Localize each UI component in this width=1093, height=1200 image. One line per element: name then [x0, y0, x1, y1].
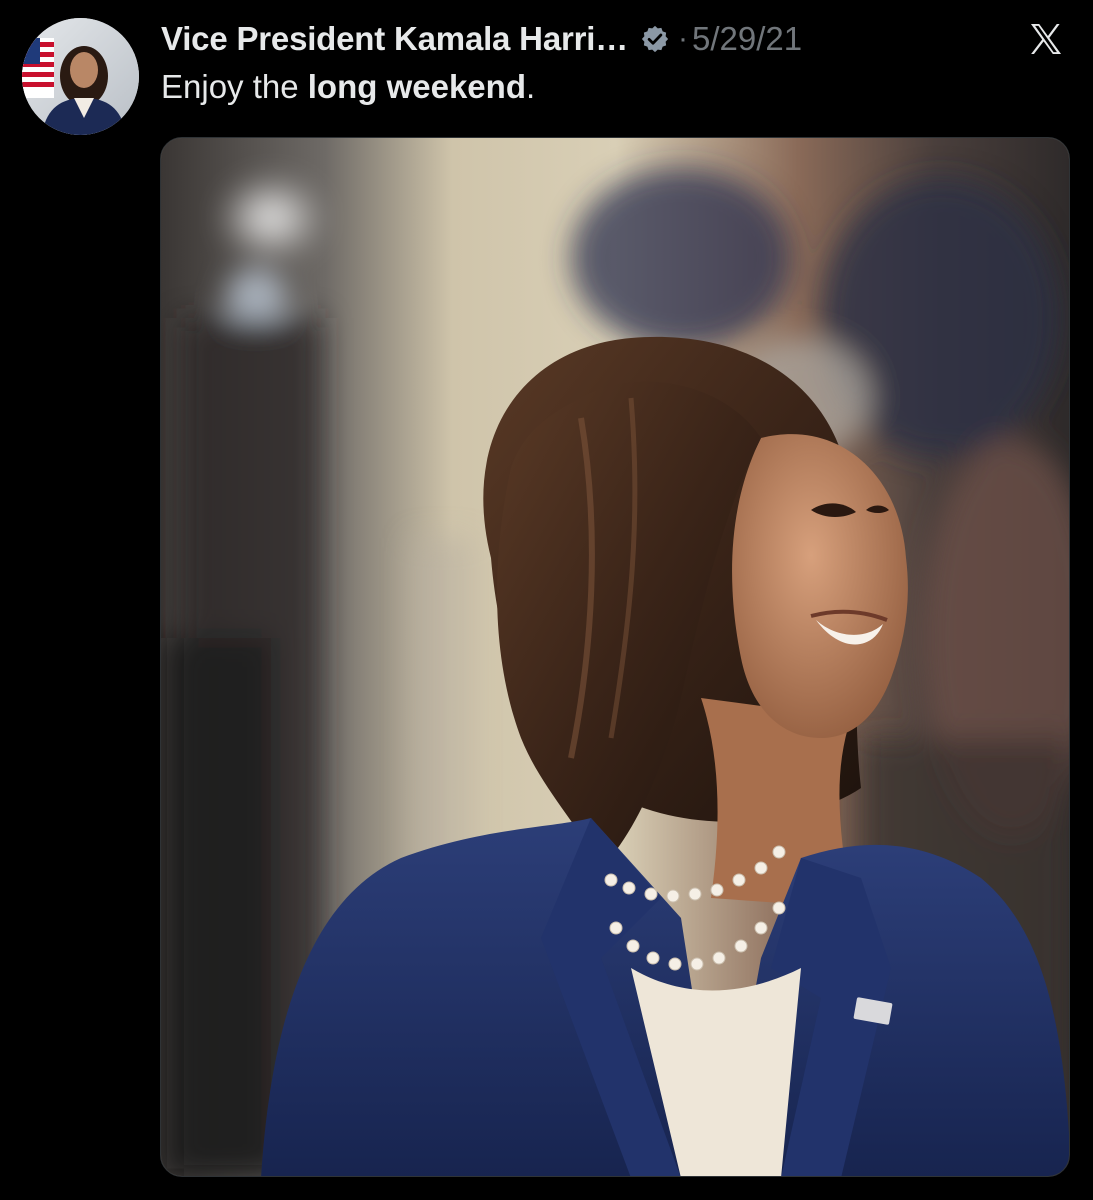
profile-avatar[interactable]: [22, 18, 139, 135]
tweet-timestamp[interactable]: 5/29/21: [692, 20, 802, 58]
x-logo-icon[interactable]: [1026, 20, 1066, 58]
tweet-text-prefix: Enjoy the: [161, 68, 308, 105]
tweet-text-suffix: .: [525, 68, 536, 105]
portrait-photo: [161, 138, 1069, 1176]
avatar-image: [22, 18, 139, 135]
author-display-name[interactable]: Vice President Kamala Harri…: [161, 20, 628, 58]
tweet-card: Vice President Kamala Harri… · 5/29/21 E…: [0, 0, 1093, 1200]
tweet-text: Enjoy the long weekend.: [161, 68, 535, 106]
verified-badge-icon: [641, 25, 669, 53]
separator-dot: ·: [678, 22, 689, 55]
tweet-header: Vice President Kamala Harri… · 5/29/21: [161, 16, 802, 62]
tweet-text-bold: long weekend: [307, 68, 526, 105]
tweet-media-photo[interactable]: [160, 137, 1070, 1177]
